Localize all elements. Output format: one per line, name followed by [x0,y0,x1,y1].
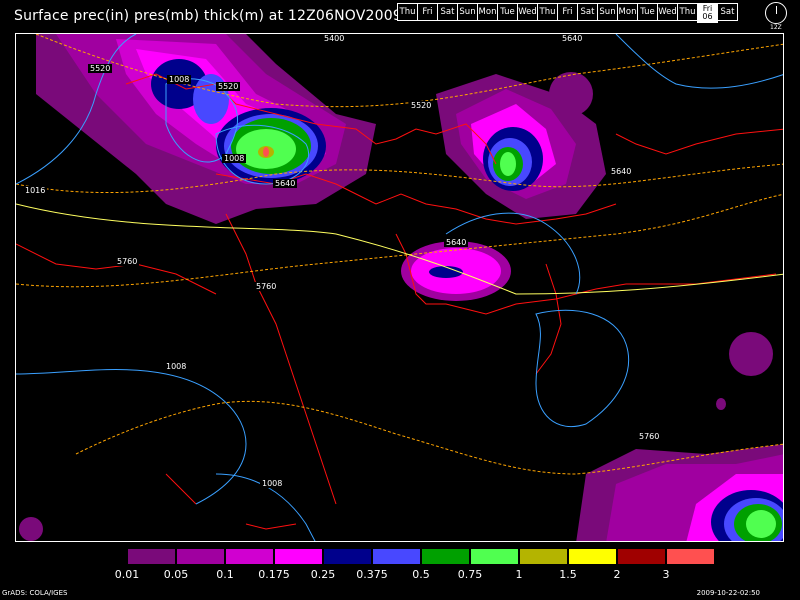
thickness-label: 5640 [446,238,466,247]
day-button[interactable]: Wed [517,3,538,21]
day-button[interactable]: Sat [577,3,598,21]
thickness-label: 5520 [411,101,431,110]
precip-area [429,266,463,278]
day-button[interactable]: Sat [717,3,738,21]
thickness-label: 5760 [117,257,137,266]
software-credit: GrADS: COLA/IGES [2,589,68,597]
map-title: Surface prec(in) pres(mb) thick(m) at 12… [14,8,402,24]
legend-label: 0.75 [457,568,483,581]
day-button[interactable]: Mon [617,3,638,21]
clock-icon[interactable] [765,2,787,24]
day-button[interactable]: Thu [537,3,558,21]
precip-area [716,398,726,410]
day-button[interactable]: Tue [637,3,658,21]
precip-area [263,147,269,157]
weather-map: 5400 5520 5520 5520 5640 5640 5640 5640 … [15,33,784,542]
legend-label: 1.5 [559,568,577,581]
legend-label: 0.1 [216,568,234,581]
thickness-label: 5760 [256,282,276,291]
day-button[interactable]: Tue [497,3,518,21]
clock-label: 12Z [770,24,782,31]
thickness-label: 5520 [218,82,238,91]
legend-swatch [78,548,127,565]
legend-swatch [323,548,372,565]
legend-swatch [519,548,568,565]
legend-label: 0.05 [163,568,189,581]
active-day-date: 06 [702,12,713,21]
legend-swatch [274,548,323,565]
thickness-label: 5760 [639,432,659,441]
day-button[interactable]: Thu [677,3,698,21]
legend-label: 2 [613,568,621,581]
legend-swatch [421,548,470,565]
legend-swatch [617,548,666,565]
legend-swatch [372,548,421,565]
legend-swatch [176,548,225,565]
precip-area [746,510,776,538]
legend-label: 0.01 [114,568,140,581]
legend-label: 0.375 [356,568,388,581]
legend-label: 1 [515,568,523,581]
precip-shading [19,34,783,541]
active-day-button[interactable]: Fri 06 [697,3,718,23]
pressure-label: 1008 [169,75,189,84]
day-button[interactable]: Sun [457,3,478,21]
precip-area [549,72,593,116]
legend-labels: 0.01 0.05 0.1 0.175 0.25 0.375 0.5 0.75 … [78,568,738,582]
legend-label: 3 [662,568,670,581]
thickness-label: 5400 [324,34,344,43]
precip-area [500,152,516,176]
legend-label: 0.175 [258,568,290,581]
legend-swatch [470,548,519,565]
legend-swatch [127,548,176,565]
day-button[interactable]: Mon [477,3,498,21]
map-canvas: 5400 5520 5520 5520 5640 5640 5640 5640 … [16,34,783,541]
thickness-label: 5640 [275,179,295,188]
day-button[interactable]: Sat [437,3,458,21]
legend-label: 0.25 [310,568,336,581]
thickness-label: 5520 [90,64,110,73]
precip-area [729,332,773,376]
pressure-label: 1016 [25,186,45,195]
color-legend [78,548,715,565]
legend-swatch [225,548,274,565]
day-button[interactable]: Fri [557,3,578,21]
legend-label: 0.5 [412,568,430,581]
thickness-label: 5640 [562,34,582,43]
generation-timestamp: 2009-10-22-02:50 [696,589,760,597]
day-button[interactable]: Wed [657,3,678,21]
day-selector: Thu Fri Sat Sun Mon Tue Wed Thu Fri Sat … [397,3,738,23]
legend-swatch [666,548,715,565]
pressure-label: 1008 [224,154,244,163]
day-button[interactable]: Sun [597,3,618,21]
precip-area [19,517,43,541]
day-button[interactable]: Fri [417,3,438,21]
day-button[interactable]: Thu [397,3,418,21]
thickness-label: 5640 [611,167,631,176]
pressure-label: 1008 [166,362,186,371]
pressure-label: 1008 [262,479,282,488]
legend-swatch [568,548,617,565]
